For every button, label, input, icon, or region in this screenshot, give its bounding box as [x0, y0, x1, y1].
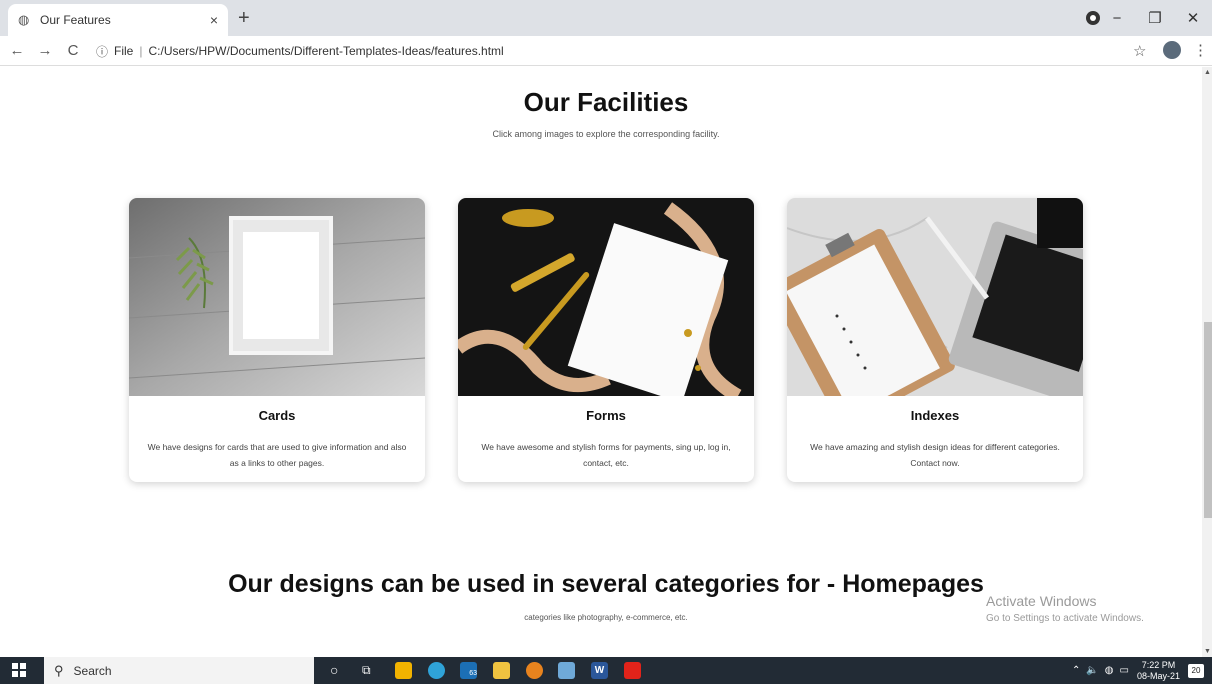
tab-close-icon[interactable]: ×: [210, 12, 218, 28]
notes-app-icon[interactable]: [558, 662, 575, 679]
card-title: Cards: [258, 408, 296, 423]
profile-avatar[interactable]: [1163, 41, 1181, 59]
scroll-thumb[interactable]: [1204, 322, 1212, 518]
clock[interactable]: 7:22 PM 08-May-21: [1137, 660, 1180, 682]
search-placeholder: Search: [73, 663, 112, 678]
browser-tab-strip: ◍ Our Features × + − ❐ ✕: [0, 0, 1212, 36]
mail-badge: 63: [469, 670, 477, 677]
facilities-heading: Our Facilities: [523, 87, 689, 117]
system-tray: ⌃ 🔈 ◍ ▭ 7:22 PM 08-May-21 20: [1072, 657, 1212, 684]
watermark-title: Activate Windows: [986, 593, 1097, 609]
task-view-icon[interactable]: ⧉: [362, 662, 379, 679]
show-hidden-icons[interactable]: ⌃: [1072, 665, 1080, 676]
back-button[interactable]: ←: [6, 42, 28, 59]
page-scrollbar[interactable]: ▲ ▼: [1202, 67, 1212, 657]
facilities-subheading: Click among images to explore the corres…: [492, 129, 720, 139]
card-description: We have awesome and stylish forms for pa…: [481, 442, 731, 468]
info-icon[interactable]: ⓘ: [96, 43, 108, 60]
card-description: We have amazing and stylish design ideas…: [810, 442, 1060, 468]
window-controls: − ❐ ✕: [1098, 0, 1212, 36]
address-bar-row: ← → C ⓘ File | C:/Users/HPW/Documents/Di…: [0, 36, 1212, 66]
scroll-down-icon[interactable]: ▼: [1204, 648, 1211, 655]
cortana-icon[interactable]: ○: [330, 662, 347, 679]
activate-windows-watermark: Activate Windows Go to Settings to activ…: [986, 593, 1144, 624]
tab-title: Our Features: [40, 13, 111, 27]
reload-button[interactable]: C: [62, 42, 84, 59]
card-title: Indexes: [910, 408, 960, 423]
bookmark-star-icon[interactable]: ☆: [1133, 42, 1146, 60]
edge-icon[interactable]: [428, 662, 445, 679]
taskbar-search-box[interactable]: ⚲ Search: [44, 657, 314, 684]
clock-date: 08-May-21: [1136, 670, 1180, 681]
url-text: C:/Users/HPW/Documents/Different-Templat…: [148, 44, 504, 58]
new-tab-button[interactable]: +: [238, 8, 250, 28]
card-description: We have designs for cards that are used …: [147, 442, 407, 468]
url-field[interactable]: ⓘ File | C:/Users/HPW/Documents/Differen…: [96, 39, 1144, 63]
mail-icon[interactable]: 63: [460, 662, 477, 679]
url-separator: |: [139, 44, 143, 58]
card-image-clipboard-laptop[interactable]: [787, 198, 1083, 396]
page-content: Our Facilities Click among images to exp…: [0, 67, 1202, 657]
facility-card-indexes[interactable]: Indexes We have amazing and stylish desi…: [787, 198, 1083, 482]
globe-icon: ◍: [18, 12, 30, 27]
acrobat-icon[interactable]: [624, 662, 641, 679]
close-window-button[interactable]: ✕: [1174, 9, 1212, 27]
minimize-button[interactable]: −: [1098, 10, 1136, 27]
windows-taskbar: ⚲ Search ○ ⧉ 63 W ⌃ 🔈 ◍ ▭ 7:22 PM 08-May…: [0, 657, 1212, 684]
facility-card-forms[interactable]: Forms We have awesome and stylish forms …: [458, 198, 754, 482]
forward-button[interactable]: →: [34, 42, 56, 59]
clock-time: 7:22 PM: [1141, 659, 1176, 670]
browser-menu-icon[interactable]: ⋮: [1193, 41, 1208, 59]
facility-card-cards[interactable]: Cards We have designs for cards that are…: [129, 198, 425, 482]
word-icon[interactable]: W: [591, 662, 608, 679]
store-icon[interactable]: [395, 662, 412, 679]
network-icon[interactable]: ◍: [1105, 665, 1114, 676]
notification-center-icon[interactable]: 20: [1188, 663, 1204, 678]
file-explorer-icon[interactable]: [493, 662, 510, 679]
chrome-icon[interactable]: [526, 662, 543, 679]
volume-icon[interactable]: 🔈: [1086, 665, 1098, 676]
search-icon: ⚲: [54, 662, 64, 678]
card-title: Forms: [586, 408, 626, 423]
tab-our-features[interactable]: ◍ Our Features ×: [8, 4, 228, 36]
scroll-up-icon[interactable]: ▲: [1204, 69, 1211, 76]
url-scheme: File: [114, 44, 134, 58]
windows-start-icon[interactable]: [12, 663, 26, 677]
maximize-button[interactable]: ❐: [1136, 9, 1174, 27]
watermark-subtitle: Go to Settings to activate Windows.: [986, 613, 1144, 624]
card-image-pen-paper[interactable]: [458, 198, 754, 396]
card-image-photo-frame[interactable]: [129, 198, 425, 396]
battery-icon[interactable]: ▭: [1120, 665, 1129, 676]
